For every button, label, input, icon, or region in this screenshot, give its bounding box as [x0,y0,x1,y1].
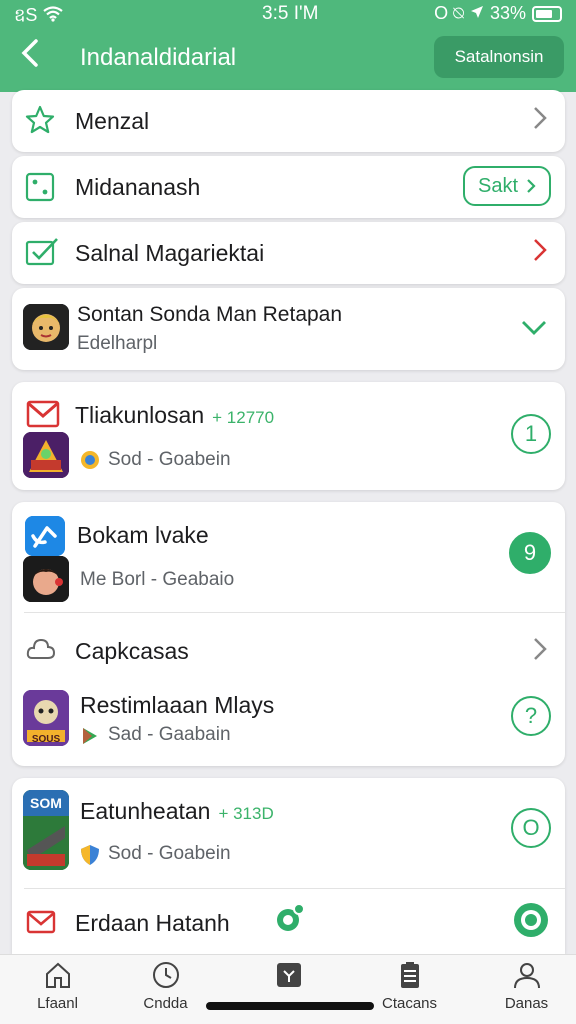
home-icon [43,961,73,989]
feed-title-text: Tliakunlosan [75,402,205,428]
battery-icon [532,5,562,22]
check-mail-icon [25,236,59,268]
checkmark-icon [521,314,547,345]
tab-grid[interactable] [231,961,346,995]
feed-title: Tliakunlosan + 12770 [75,402,274,429]
feed-title: Restimlaaan Mlays [80,692,275,718]
cloud-icon [26,636,56,662]
tab-label: Ctacans [381,995,438,1012]
divider [24,612,565,613]
menu-item-salnal[interactable]: Salnal Magariektai [12,222,565,284]
person-icon [512,961,542,989]
menu-item-profile[interactable]: Sontan Sonda Man Retapan Edelharpl [12,288,565,370]
feed-title: Eatunheatan + 313D [80,798,274,825]
chevron-right-icon [527,179,536,193]
help-badge[interactable]: ? [511,696,551,736]
clipboard-icon [395,961,425,989]
carrier-text: ឧS [14,5,38,25]
feed-title-text: Eatunheatan [80,798,211,824]
character-app-icon [23,556,69,602]
header-action-button[interactable]: Satalnonsin [434,36,564,78]
menu-item-menzal[interactable]: Menzal [12,90,565,152]
sakt-button[interactable]: Sakt [463,166,551,206]
status-bar: ឧS 3:5 I'M O ⍉ 33% [0,0,576,26]
count-badge[interactable]: 1 [511,414,551,454]
menu-item-midananash[interactable]: Midananash Sakt [12,156,565,218]
feed-card-2: Bokam lvake Me Borl - Geabaio 9 Capkcasa… [12,502,565,766]
mail-icon [26,400,60,428]
dice-icon [25,172,55,202]
tab-home[interactable]: Lfaanl [0,961,115,1012]
feed-title: Bokam lvake [77,522,209,548]
feed-row-restimlaaan[interactable]: SOUS Restimlaaan Mlays Sad - Gaabain ? [12,684,565,766]
feed-badge: + 12770 [212,408,275,427]
page-title: Indanaldidarial [80,44,237,71]
nav-bar: Indanaldidarial Satalnonsin [0,34,576,80]
menu-sublabel: Edelharpl [77,333,158,354]
tab-label: Cndda [143,995,188,1012]
edit-app-icon [25,516,65,556]
mail-icon [26,910,56,934]
feed-row-capkcasas[interactable]: Capkcasas [12,614,565,684]
feed-row-bokam[interactable]: Bokam lvake Me Borl - Geabaio 9 [12,502,565,612]
wifi-icon [43,6,64,27]
status-time: 3:5 I'M [262,3,319,24]
badge-text: 9 [523,540,537,565]
feed-sub: Me Borl - Geabaio [80,569,235,590]
status-icons: O ⍉ [434,3,464,23]
home-indicator[interactable] [206,1002,374,1010]
header-bar: ឧS 3:5 I'M O ⍉ 33% Indanaldidarial Satal… [0,0,576,92]
app-label: SOM [30,795,62,811]
avatar-icon [23,304,69,350]
feed-row-eatunheatan[interactable]: SOM Eatunheatan + 313D Sod - Goabein O [12,778,565,888]
radio-on-icon[interactable] [511,900,551,940]
tab-label: Lfaanl [37,995,78,1012]
menu-label: Menzal [75,108,150,134]
location-pin-badge[interactable]: 9 [509,532,551,574]
back-chevron-icon[interactable] [20,38,40,76]
tab-profile[interactable]: Danas [469,961,576,1012]
shield-icon [80,844,100,866]
feed-card-3: SOM Eatunheatan + 313D Sod - Goabein O Er… [12,778,565,954]
battery-text: 33% [489,3,526,23]
chevron-right-icon [533,237,547,270]
tab-bar: Lfaanl Cndda Ctacans Danas [0,954,576,1024]
menu-label: Midananash [75,174,201,200]
google-play-icon [80,726,100,746]
feed-row-erdaan[interactable]: Erdaan Hatanh [12,890,565,954]
status-badge[interactable]: O [511,808,551,848]
menu-label: Salnal Magariektai [75,240,265,266]
star-icon [24,104,56,136]
feed-card-1[interactable]: Tliakunlosan + 12770 Sod - Goabein 1 [12,382,565,490]
google-play-icon [80,450,100,470]
location-icon [470,3,484,24]
game-app-icon [23,432,69,478]
clock-icon [151,961,181,989]
feed-badge: + 313D [218,804,274,823]
tab-label: Danas [504,995,549,1012]
menu-label: Sontan Sonda Man Retapan [77,303,343,326]
divider [24,888,565,889]
sakt-button-label: Sakt [477,174,519,197]
feed-sub: Sod - Goabein [108,449,231,470]
app-label: SOUS [31,733,61,745]
feed-title: Erdaan Hatanh [75,910,230,936]
grid-icon [274,961,304,989]
record-icon [274,902,306,934]
feed-sub: Sad - Gaabain [108,724,231,745]
chevron-right-icon [533,636,547,669]
chevron-right-icon [533,105,547,138]
feed-title: Capkcasas [75,638,189,664]
feed-sub: Sod - Goabein [108,843,231,864]
